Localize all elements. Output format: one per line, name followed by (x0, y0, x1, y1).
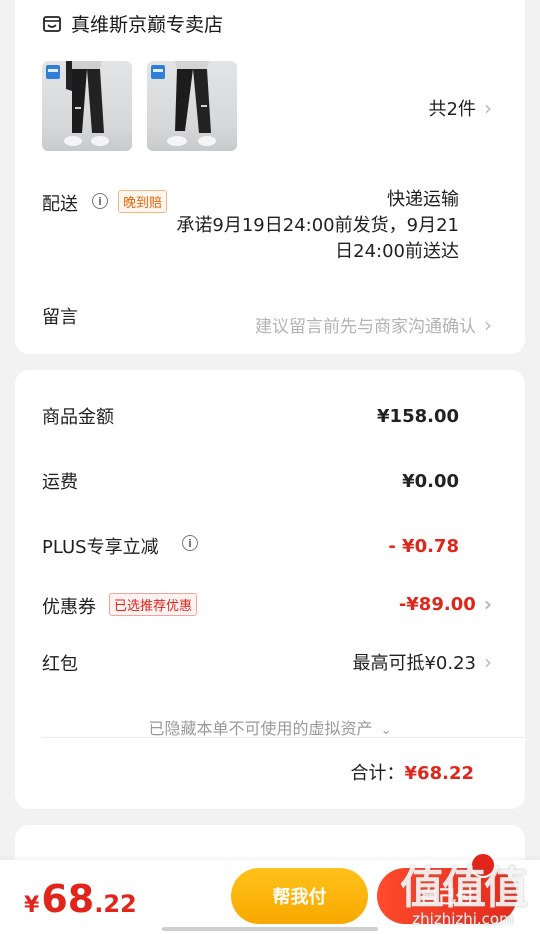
product-thumbnail[interactable] (147, 61, 237, 151)
message-placeholder: 建议留言前先与商家沟通确认 (255, 317, 476, 337)
chevron-right-icon: › (483, 592, 492, 616)
chevron-right-icon: › (484, 650, 492, 674)
goods-amount-value: ¥158.00 (377, 406, 459, 427)
hidden-assets-text: 已隐藏本单不可使用的虚拟资产 (148, 719, 373, 738)
plus-discount-label: PLUS专享立减 (42, 537, 159, 558)
notification-badge (470, 852, 496, 878)
store-name: 真维斯京巅专卖店 (71, 14, 224, 36)
shipping-fee-label: 运费 (42, 472, 78, 493)
coupon-label: 优惠券 (42, 597, 96, 618)
store-icon (42, 14, 62, 34)
hidden-assets-toggle[interactable]: 已隐藏本单不可使用的虚拟资产 ⌄ (15, 715, 525, 739)
plus-discount-value: - ¥0.78 (388, 536, 459, 557)
product-thumbnail[interactable] (42, 61, 132, 151)
total-row: 合计： ¥68.22 (351, 759, 474, 785)
delivery-method: 快递运输 (387, 189, 459, 210)
coupon-value: -¥89.00 (398, 593, 476, 615)
redpacket-selector[interactable]: 最高可抵¥0.23 › (352, 649, 492, 675)
pay-total-decimal: .22 (94, 890, 137, 918)
store-header[interactable]: 真维斯京巅专卖店 (42, 10, 223, 37)
chevron-down-icon: ⌄ (380, 723, 392, 738)
goods-amount-label: 商品金额 (42, 407, 114, 428)
total-label: 合计： (350, 763, 405, 784)
chevron-right-icon: › (484, 312, 492, 337)
pay-myself-button[interactable]: 自己付 (377, 868, 517, 924)
total-value: ¥68.22 (404, 763, 474, 784)
coupon-selector[interactable]: -¥89.00 › (399, 592, 492, 616)
store-card: 真维斯京巅专卖店 共2件 › 配送 i 晚到赔 快递运输 承诺9月19日24:0… (15, 0, 525, 354)
message-label: 留言 (42, 307, 78, 328)
item-count-label: 共2件 (428, 99, 476, 120)
divider (42, 737, 525, 738)
pay-total-integer: 68 (41, 877, 95, 921)
item-count[interactable]: 共2件 › (429, 95, 492, 121)
info-icon[interactable]: i (92, 193, 108, 209)
message-input[interactable]: 建议留言前先与商家沟通确认 › (255, 312, 492, 338)
info-icon[interactable]: i (182, 535, 198, 551)
home-indicator (162, 927, 378, 931)
redpacket-label: 红包 (42, 654, 78, 675)
delivery-info[interactable]: 快递运输 承诺9月19日24:00前发货，9月21 日24:00前送达 (176, 187, 459, 265)
coupon-recommended-tag: 已选推荐优惠 (109, 593, 198, 616)
currency-symbol: ¥ (24, 893, 40, 918)
help-me-pay-button[interactable]: 帮我付 (231, 868, 368, 924)
pricing-card: 商品金额 ¥158.00 运费 ¥0.00 PLUS专享立减 i - ¥0.78… (15, 370, 525, 809)
delivery-label: 配送 (42, 194, 78, 215)
pay-total: ¥ 68 .22 (24, 877, 137, 921)
order-confirm-page: 真维斯京巅专卖店 共2件 › 配送 i 晚到赔 快递运输 承诺9月19日24:0… (0, 0, 540, 934)
shipping-fee-value: ¥0.00 (402, 471, 459, 492)
delivery-promise-line2: 日24:00前送达 (335, 241, 459, 262)
chevron-right-icon: › (484, 96, 492, 120)
late-compensation-tag: 晚到赔 (118, 190, 168, 213)
redpacket-value: 最高可抵¥0.23 (352, 653, 476, 674)
checkout-bar: ¥ 68 .22 帮我付 自己付 (0, 852, 540, 934)
delivery-promise-line1: 承诺9月19日24:00前发货，9月21 (176, 215, 459, 236)
